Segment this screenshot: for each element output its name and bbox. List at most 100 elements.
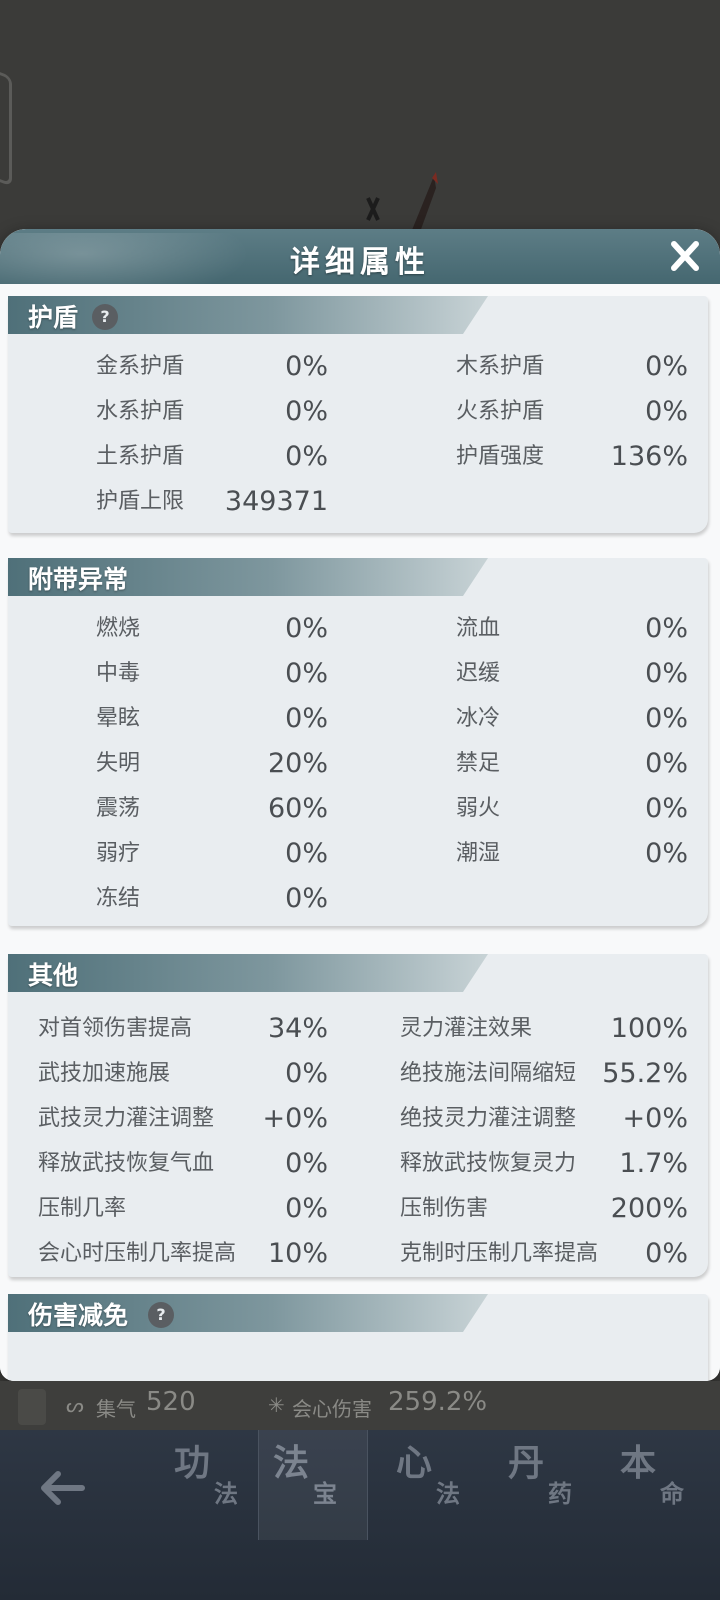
gather-label: 集气 xyxy=(96,1397,136,1421)
stat-value: 0% xyxy=(285,703,328,734)
stat-value: 200% xyxy=(610,1193,688,1224)
tab-main-label: 本 xyxy=(620,1442,657,1484)
stat-label: 火系护盾 xyxy=(456,399,545,424)
tab-sub-label: 法 xyxy=(214,1479,238,1508)
tab-fabao[interactable]: 法 宝 xyxy=(258,1430,368,1540)
stat-label: 护盾上限 xyxy=(96,489,185,514)
stat-label: 武技灵力灌注调整 xyxy=(38,1106,215,1131)
stat-label: 水系护盾 xyxy=(96,399,185,424)
section-banner xyxy=(8,296,488,334)
stat-label: 对首领伤害提高 xyxy=(38,1016,193,1041)
stat-label: 燃烧 xyxy=(96,616,141,641)
close-button[interactable] xyxy=(668,239,702,273)
tab-sub-label: 药 xyxy=(548,1479,572,1508)
stat-label: 流血 xyxy=(456,616,501,641)
stat-label: 弱火 xyxy=(456,796,501,821)
stat-label: 金系护盾 xyxy=(96,354,185,379)
stat-value: 0% xyxy=(285,613,328,644)
stat-value: 0% xyxy=(285,1148,328,1179)
stat-label: 弱疗 xyxy=(96,841,141,866)
section-header: 伤害减免 ? xyxy=(8,1294,488,1332)
stat-value: 0% xyxy=(285,396,328,427)
bottom-nav: 功 法 法 宝 心 法 丹 药 本 命 xyxy=(0,1430,720,1600)
stat-label: 晕眩 xyxy=(96,706,141,731)
close-icon xyxy=(671,241,699,271)
tab-sub-label: 命 xyxy=(660,1479,684,1508)
stat-label: 压制伤害 xyxy=(400,1196,489,1221)
help-icon[interactable]: ? xyxy=(148,1302,174,1328)
tab-gongfa[interactable]: 功 法 xyxy=(160,1430,270,1540)
back-button[interactable] xyxy=(34,1460,90,1516)
tab-sub-label: 法 xyxy=(436,1479,460,1508)
stat-label: 绝技灵力灌注调整 xyxy=(400,1106,577,1131)
stat-label: 冻结 xyxy=(96,886,141,911)
other-section: 其他 对首领伤害提高 34% 灵力灌注效果 100% 武技加速施展 0% 绝技施… xyxy=(8,954,708,1277)
stat-label: 绝技施法间隔缩短 xyxy=(400,1061,577,1086)
stat-label: 土系护盾 xyxy=(96,444,185,469)
section-header: 护盾 ? xyxy=(8,296,488,334)
star-icon: ✳ xyxy=(268,1393,285,1417)
stat-value: 1.7% xyxy=(619,1148,688,1179)
dialog-title: 详细属性 xyxy=(290,245,430,280)
stat-value: 349371 xyxy=(224,486,328,517)
stat-value: 55.2% xyxy=(602,1058,688,1089)
section-title: 伤害减免 xyxy=(28,1301,129,1330)
damage-reduction-section: 伤害减免 ? xyxy=(8,1294,708,1381)
dialog-body[interactable]: 护盾 ? 金系护盾 0% 木系护盾 0% 水系护盾 0% 火系护盾 0% 土系护… xyxy=(0,284,720,1381)
tab-main-label: 功 xyxy=(174,1442,211,1484)
section-title: 其他 xyxy=(28,961,79,990)
section-header: 附带异常 xyxy=(8,558,488,596)
stat-label: 武技加速施展 xyxy=(38,1061,171,1086)
stat-value: 0% xyxy=(645,613,688,644)
abnormal-section: 附带异常 燃烧 0% 流血 0% 中毒 0% 迟缓 0% 晕眩 0% 冰冷 0% xyxy=(8,558,708,926)
stat-label: 压制几率 xyxy=(38,1196,127,1221)
crit-damage-label: 会心伤害 xyxy=(292,1397,372,1421)
stat-label: 失明 xyxy=(96,751,141,776)
help-icon[interactable]: ? xyxy=(92,304,118,330)
shield-section: 护盾 ? 金系护盾 0% 木系护盾 0% 水系护盾 0% 火系护盾 0% 土系护… xyxy=(8,296,708,533)
stat-label: 迟缓 xyxy=(456,661,501,686)
stat-value: 20% xyxy=(267,748,328,779)
tab-danyao[interactable]: 丹 药 xyxy=(494,1430,604,1540)
detail-attributes-dialog: 详细属性 护盾 ? 金系护盾 0% 木系护盾 0% 水系护盾 0% 火系护盾 0… xyxy=(0,229,720,1381)
stat-label: 会心时压制几率提高 xyxy=(38,1241,237,1266)
tab-main-label: 丹 xyxy=(508,1442,545,1484)
stat-value: 0% xyxy=(285,883,328,914)
stat-label: 木系护盾 xyxy=(456,354,545,379)
stat-label: 冰冷 xyxy=(456,706,501,731)
tab-sub-label: 宝 xyxy=(313,1479,337,1508)
dialog-header: 详细属性 xyxy=(0,229,720,284)
stat-label: 禁足 xyxy=(456,751,501,776)
tab-benming[interactable]: 本 命 xyxy=(606,1430,716,1540)
gather-value: 520 xyxy=(146,1387,196,1417)
tab-xinfa[interactable]: 心 法 xyxy=(382,1430,492,1540)
section-header: 其他 xyxy=(8,954,488,992)
stat-value: 0% xyxy=(285,1058,328,1089)
stat-label: 潮湿 xyxy=(456,841,501,866)
stat-value: 0% xyxy=(645,396,688,427)
stat-value: 0% xyxy=(645,658,688,689)
swirl-icon: ᔕ xyxy=(66,1393,84,1417)
stat-value: 0% xyxy=(285,351,328,382)
stat-value: 0% xyxy=(285,838,328,869)
stats-strip: ᔕ 集气 520 ✳ 会心伤害 259.2% xyxy=(0,1381,720,1431)
stat-value: 0% xyxy=(285,1193,328,1224)
stat-value: +0% xyxy=(622,1103,688,1134)
stat-value: 0% xyxy=(285,441,328,472)
stat-label: 震荡 xyxy=(96,796,141,821)
stat-value: 0% xyxy=(645,703,688,734)
stat-label: 释放武技恢复灵力 xyxy=(400,1151,577,1176)
stat-label: 护盾强度 xyxy=(456,444,545,469)
stat-value: 0% xyxy=(645,838,688,869)
stat-value: 0% xyxy=(645,748,688,779)
tab-main-label: 心 xyxy=(396,1442,433,1484)
section-title: 护盾 xyxy=(28,303,79,332)
stat-value: 34% xyxy=(267,1013,328,1044)
stat-value: 0% xyxy=(645,1238,688,1269)
stat-label: 中毒 xyxy=(96,661,141,686)
stat-value: 100% xyxy=(610,1013,688,1044)
section-title: 附带异常 xyxy=(28,565,129,594)
info-icon xyxy=(18,1389,46,1425)
stat-value: 10% xyxy=(267,1238,328,1269)
crit-damage-value: 259.2% xyxy=(388,1387,488,1417)
